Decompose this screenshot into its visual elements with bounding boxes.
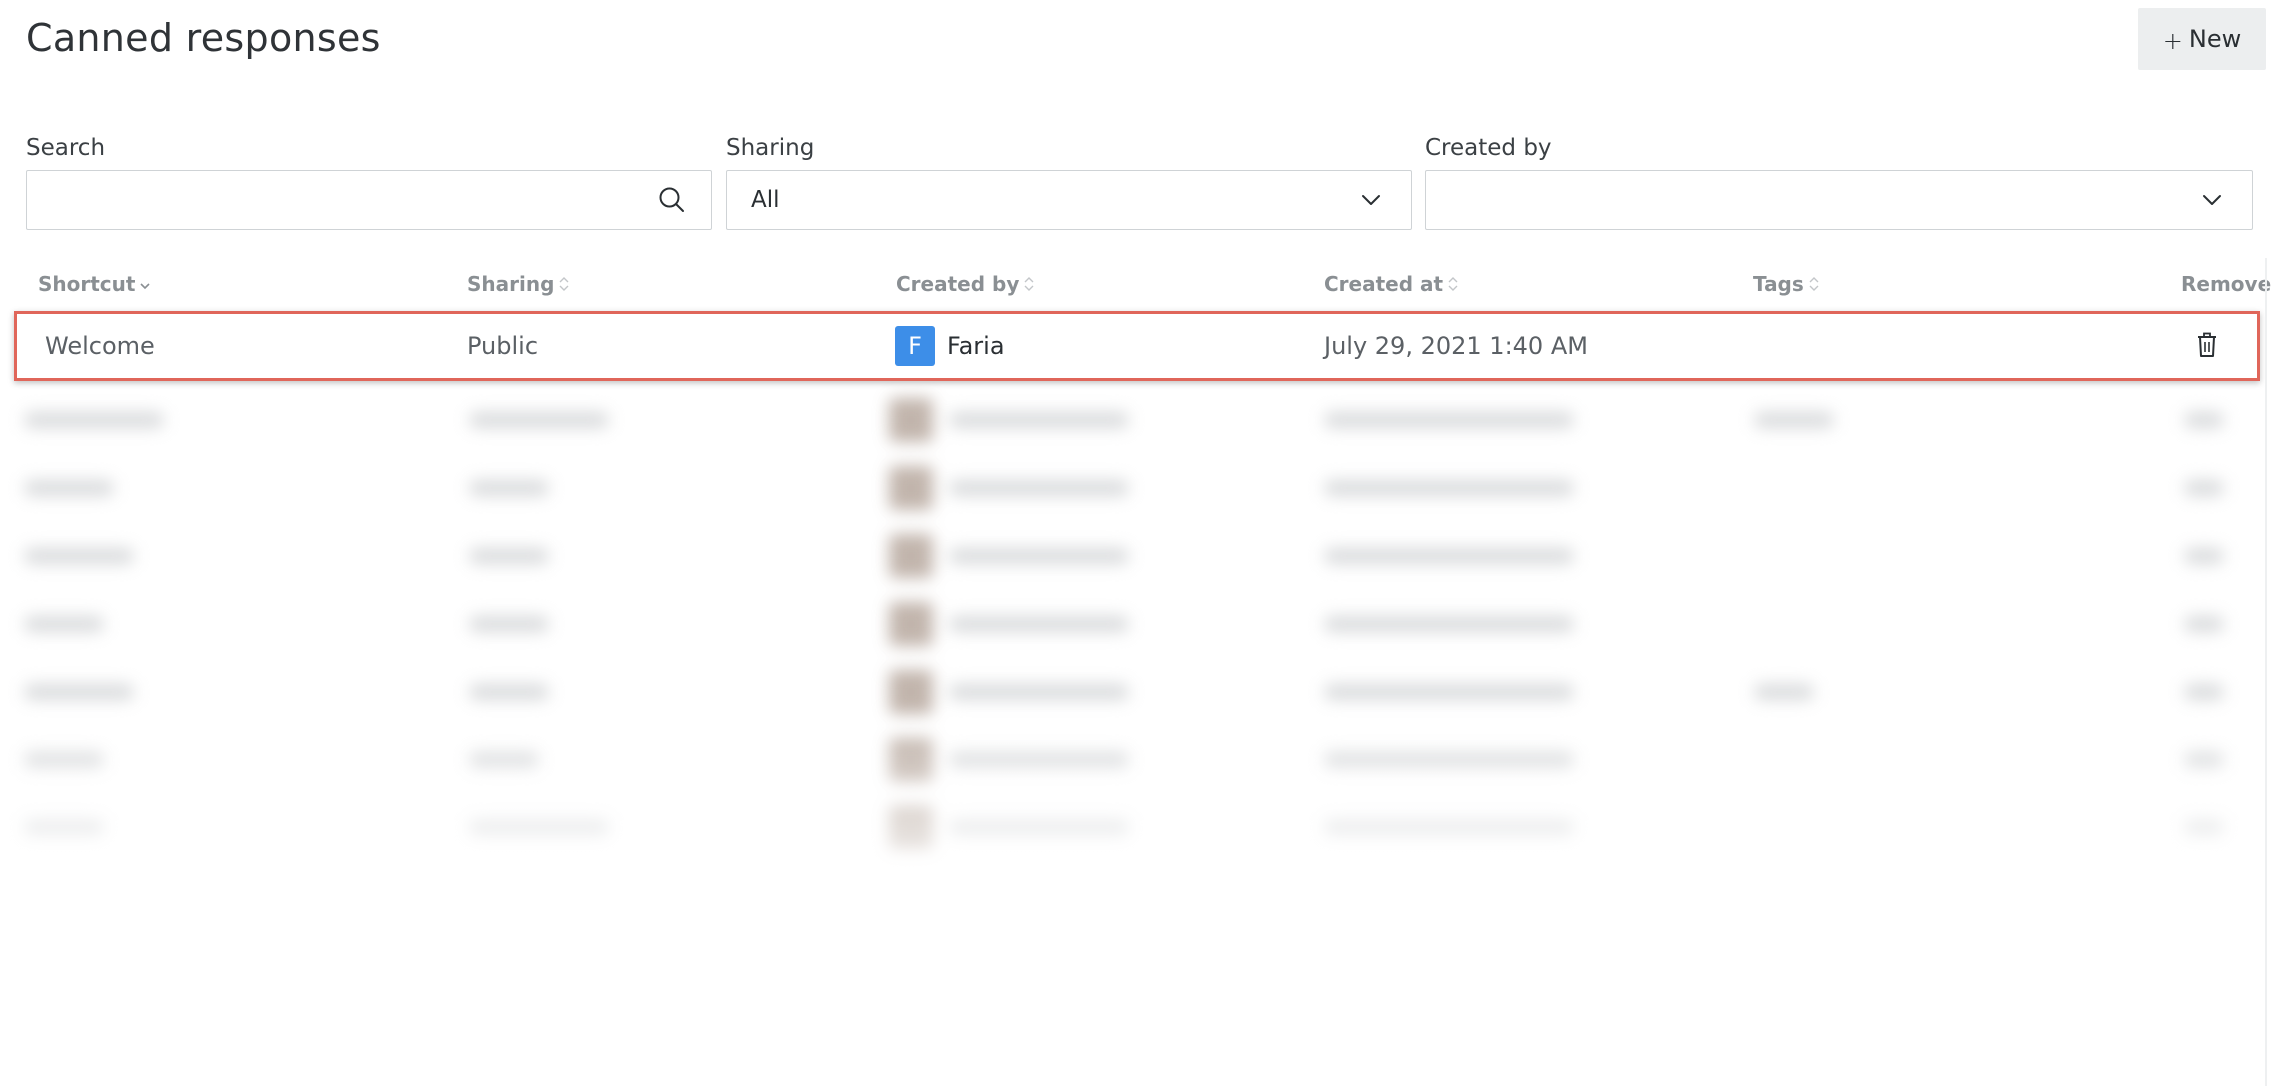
search-input[interactable] [26,170,712,230]
search-icon[interactable] [657,185,687,215]
column-header-created-by[interactable]: Created by [896,272,1035,296]
column-header-created-at[interactable]: Created at [1324,272,1459,296]
created-by-select[interactable] [1425,170,2253,230]
column-header-tags[interactable]: Tags [1753,272,1820,296]
chevron-down-icon [2203,195,2221,205]
sort-icon [140,283,151,290]
sort-icon [1809,277,1819,291]
column-header-label: Created by [896,272,1020,296]
scrollbar-track [2265,258,2267,1086]
sharing-select-value: All [751,187,780,213]
column-header-sharing[interactable]: Sharing [467,272,570,296]
sharing-label: Sharing [726,135,815,161]
column-header-label: Tags [1753,272,1804,296]
row-sharing: Public [467,332,539,360]
search-label: Search [26,135,106,161]
avatar: F [895,326,935,366]
column-header-label: Created at [1324,272,1444,296]
fade-overlay [0,720,2280,920]
sharing-select[interactable]: All [726,170,1412,230]
plus-icon: + [2162,27,2183,55]
sort-icon [1448,277,1458,291]
sort-icon [1024,277,1034,291]
page-title: Canned responses [26,16,381,60]
table-row[interactable] [14,311,2260,381]
column-header-shortcut[interactable]: Shortcut [38,272,151,296]
row-created-at: July 29, 2021 1:40 AM [1324,332,1588,360]
chevron-down-icon [1362,195,1380,205]
created-by-label: Created by [1425,135,1552,161]
row-creator-name: Faria [947,332,1005,360]
trash-icon[interactable] [2196,332,2218,358]
new-button-label: New [2188,25,2242,53]
column-header-remove: Remove [2181,272,2271,296]
column-header-label: Sharing [467,272,555,296]
column-header-label: Remove [2181,272,2272,296]
column-header-label: Shortcut [38,272,136,296]
sort-icon [559,277,569,291]
row-shortcut: Welcome [45,332,155,360]
new-button[interactable]: + New [2138,8,2266,70]
